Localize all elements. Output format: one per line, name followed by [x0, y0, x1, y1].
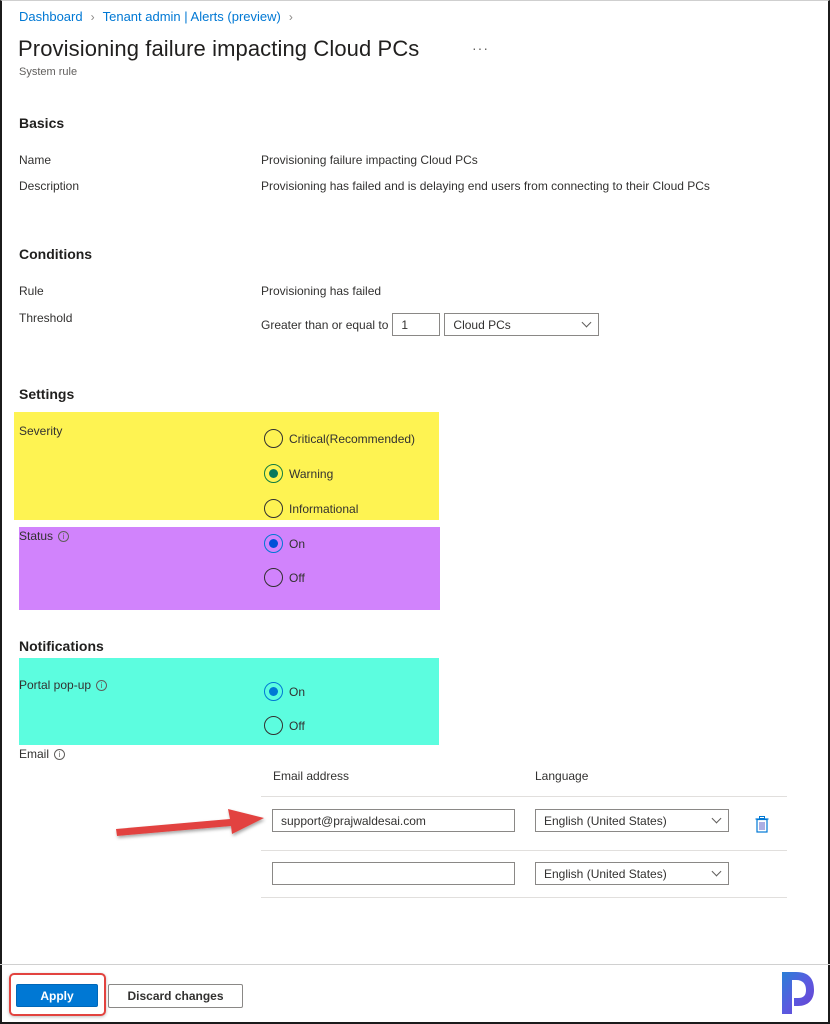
radio-label: Warning: [289, 466, 334, 481]
radio-label: Informational: [289, 501, 359, 516]
email-input[interactable]: [272, 809, 515, 832]
radio-label: Off: [289, 570, 305, 585]
info-icon[interactable]: i: [96, 679, 108, 691]
footer-divider: [0, 964, 830, 965]
rule-label: Rule: [19, 284, 44, 298]
radio-button[interactable]: [264, 429, 283, 448]
conditions-heading: Conditions: [19, 246, 93, 262]
severity-option-critical[interactable]: Critical(Recommended): [264, 429, 415, 448]
divider: [261, 850, 787, 851]
chevron-right-icon: ›: [90, 9, 95, 24]
chevron-down-icon: [711, 866, 722, 877]
portal-popup-label: Portal pop-up i: [19, 678, 108, 692]
watermark-logo-icon: [782, 972, 814, 1014]
threshold-unit-select[interactable]: Cloud PCs: [444, 313, 600, 336]
severity-label: Severity: [19, 424, 63, 438]
email-label: Email i: [19, 747, 66, 761]
breadcrumb: Dashboard › Tenant admin | Alerts (previ…: [19, 9, 293, 24]
status-highlight: [19, 527, 440, 610]
description-value: Provisioning has failed and is delaying …: [261, 179, 710, 193]
breadcrumb-alerts-link[interactable]: Tenant admin | Alerts (preview): [103, 9, 281, 24]
notifications-heading: Notifications: [19, 638, 104, 654]
rule-value: Provisioning has failed: [261, 284, 382, 298]
description-label: Description: [19, 179, 80, 193]
page-title: Provisioning failure impacting Cloud PCs: [18, 36, 420, 61]
discard-changes-button[interactable]: Discard changes: [108, 984, 243, 1008]
radio-button[interactable]: [264, 568, 283, 587]
annotation-arrow-icon: [116, 809, 264, 836]
threshold-unit-value: Cloud PCs: [453, 317, 511, 332]
language-select[interactable]: English (United States): [535, 809, 729, 832]
column-header-email: Email address: [273, 769, 350, 783]
name-label: Name: [19, 153, 52, 167]
divider: [261, 796, 787, 797]
radio-button-checked[interactable]: [264, 464, 283, 483]
status-option-off[interactable]: Off: [264, 568, 305, 587]
breadcrumb-dashboard-link[interactable]: Dashboard: [19, 9, 83, 24]
page-subtitle: System rule: [19, 66, 78, 78]
basics-heading: Basics: [19, 115, 65, 131]
severity-option-warning[interactable]: Warning: [264, 464, 333, 483]
settings-heading: Settings: [19, 386, 75, 402]
radio-label: On: [289, 536, 306, 551]
radio-button[interactable]: [264, 499, 283, 518]
language-value: English (United States): [544, 866, 667, 881]
portal-popup-label-text: Portal pop-up: [19, 678, 92, 692]
divider: [261, 897, 787, 898]
portal-popup-option-off[interactable]: Off: [264, 716, 305, 735]
column-header-language: Language: [535, 769, 589, 783]
more-options-button[interactable]: ···: [472, 40, 489, 56]
chevron-right-icon: ›: [288, 9, 293, 24]
radio-button[interactable]: [264, 716, 283, 735]
severity-option-informational[interactable]: Informational: [264, 499, 358, 518]
threshold-operator: Greater than or equal to: [261, 317, 389, 332]
status-label: Status i: [19, 529, 70, 543]
status-label-text: Status: [19, 529, 54, 543]
threshold-label: Threshold: [19, 311, 73, 325]
chevron-down-icon: [581, 317, 592, 328]
threshold-value-input[interactable]: [392, 313, 441, 336]
trash-icon[interactable]: [755, 816, 769, 833]
radio-button-checked[interactable]: [264, 534, 283, 553]
notifications-highlight: [19, 658, 439, 745]
radio-button-checked[interactable]: [264, 682, 283, 701]
name-value: Provisioning failure impacting Cloud PCs: [261, 153, 478, 167]
info-icon[interactable]: i: [54, 748, 66, 760]
apply-button[interactable]: Apply: [16, 984, 98, 1007]
threshold-control: Greater than or equal to Cloud PCs: [261, 313, 600, 336]
status-option-on[interactable]: On: [264, 534, 305, 553]
language-select[interactable]: English (United States): [535, 862, 729, 885]
portal-popup-option-on[interactable]: On: [264, 682, 305, 701]
language-value: English (United States): [544, 813, 667, 828]
radio-label: Critical(Recommended): [289, 431, 416, 446]
radio-label: Off: [289, 718, 305, 733]
chevron-down-icon: [711, 813, 722, 824]
info-icon[interactable]: i: [58, 530, 70, 542]
email-input-empty[interactable]: [272, 862, 515, 885]
email-label-text: Email: [19, 747, 50, 761]
radio-label: On: [289, 684, 306, 699]
